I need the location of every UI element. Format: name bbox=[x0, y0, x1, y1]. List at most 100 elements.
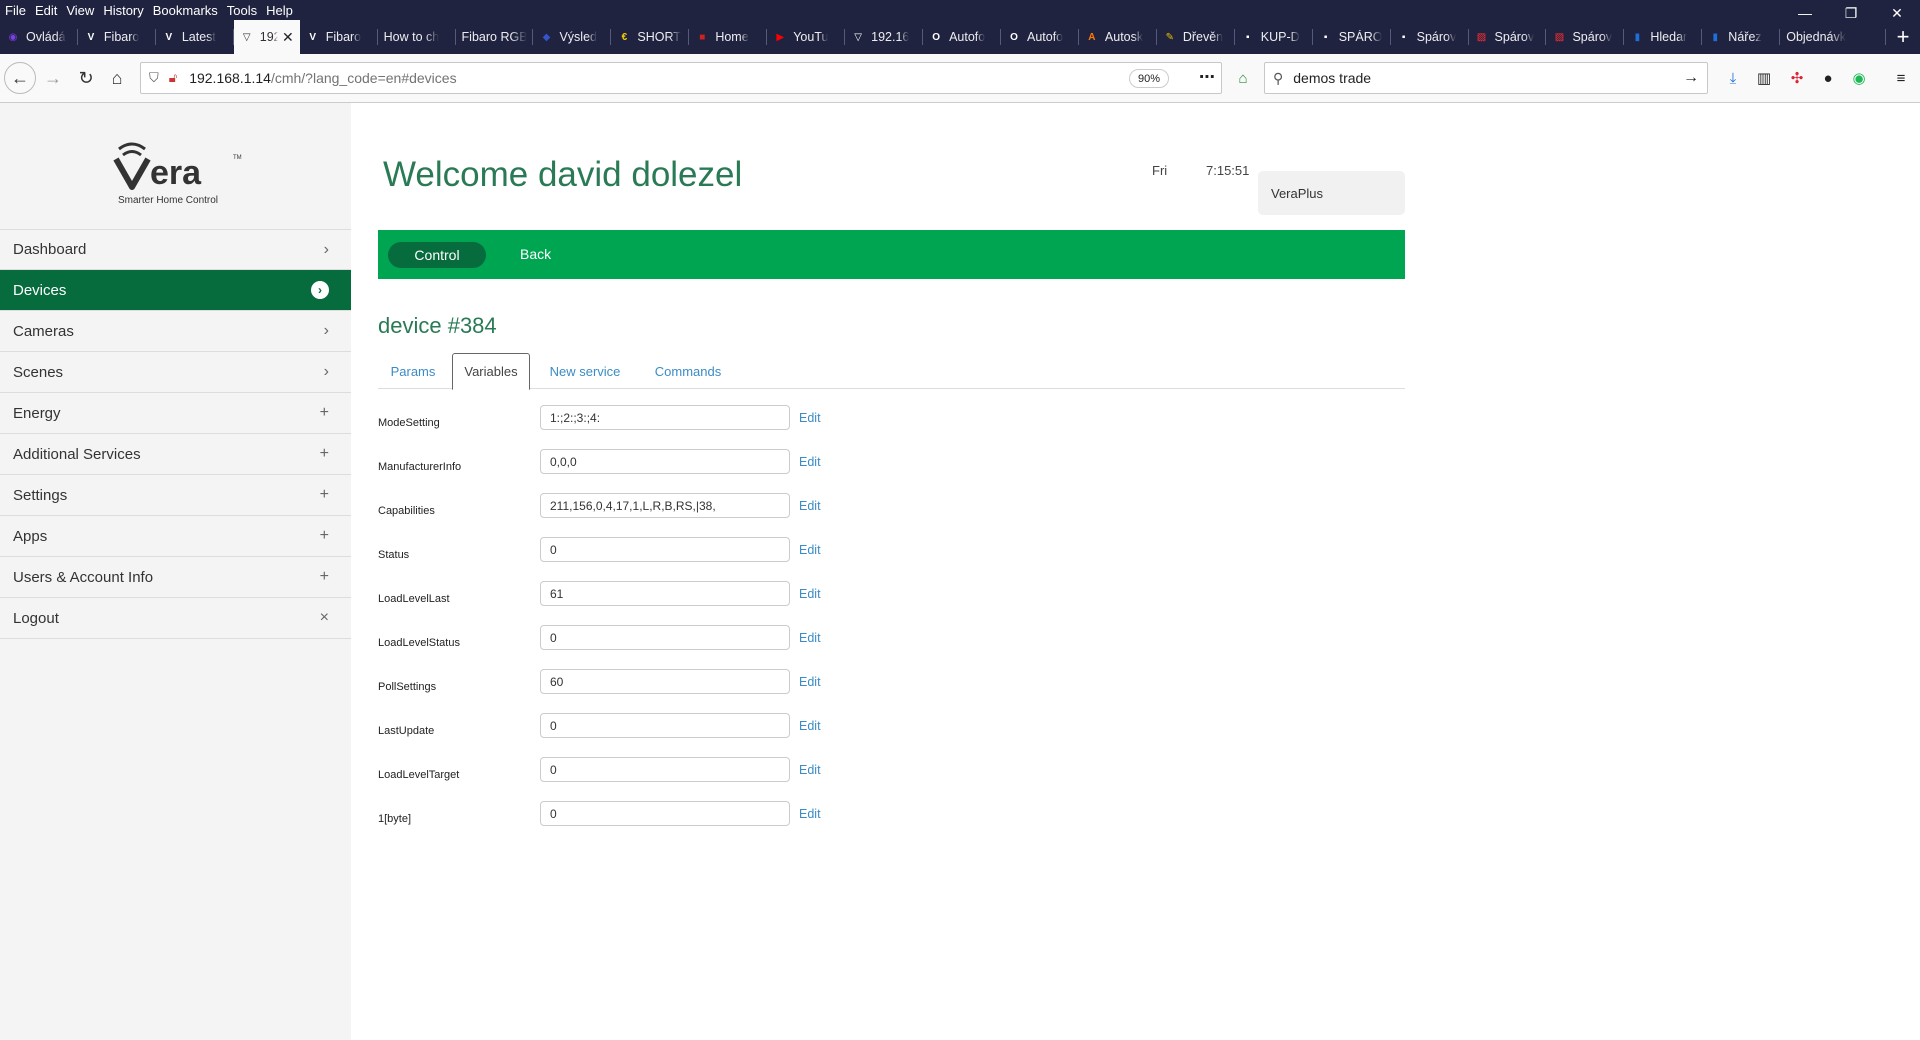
back-button[interactable]: Back bbox=[520, 246, 551, 262]
browser-tab[interactable]: O Autofo bbox=[923, 20, 1001, 54]
tab-params[interactable]: Params bbox=[384, 353, 442, 389]
variable-value-field[interactable]: 0 bbox=[540, 713, 790, 738]
back-arrow-icon[interactable]: ← bbox=[4, 62, 36, 94]
edit-link[interactable]: Edit bbox=[799, 587, 821, 601]
browser-tab[interactable]: € SHORT bbox=[611, 20, 690, 54]
tab-title: Fibaro bbox=[325, 30, 362, 44]
sidebar-item-users-account-info[interactable]: Users & Account Info + bbox=[0, 557, 351, 598]
variable-value-field[interactable]: 0 bbox=[540, 625, 790, 650]
downloads-icon[interactable]: ⤓ bbox=[1722, 67, 1744, 89]
tab-new-service[interactable]: New service bbox=[540, 353, 630, 389]
browser-tab[interactable]: ▮ Nářez bbox=[1702, 20, 1781, 54]
grammarly-icon[interactable]: ◉ bbox=[1848, 67, 1870, 89]
browser-tab[interactable]: ▽ 192.16 bbox=[845, 20, 924, 54]
browser-tab[interactable]: A Autosk bbox=[1079, 20, 1157, 54]
browser-tab[interactable]: V Fibaro bbox=[78, 20, 156, 54]
browser-tab[interactable]: ■ Home bbox=[689, 20, 768, 54]
browser-tab[interactable]: How to ch bbox=[378, 20, 456, 54]
edit-link[interactable]: Edit bbox=[799, 807, 821, 821]
sidebar-item-settings[interactable]: Settings + bbox=[0, 475, 351, 516]
browser-tab[interactable]: ▪ Spárov bbox=[1391, 20, 1469, 54]
menu-view[interactable]: View bbox=[66, 3, 94, 18]
browser-tab[interactable]: ▪ SPÁRO bbox=[1313, 20, 1391, 54]
home-icon[interactable]: ⌂ bbox=[101, 62, 133, 94]
edit-link[interactable]: Edit bbox=[799, 455, 821, 469]
tab-commands[interactable]: Commands bbox=[642, 353, 734, 389]
variable-value-field[interactable]: 0 bbox=[540, 537, 790, 562]
variable-value-field[interactable]: 60 bbox=[540, 669, 790, 694]
logo-wordmark: era bbox=[150, 154, 202, 192]
insecure-lock-icon[interactable]: 🔓︎ bbox=[169, 70, 177, 86]
logo-tagline: Smarter Home Control bbox=[118, 195, 218, 206]
tab-favicon-icon: ▮ bbox=[1712, 31, 1719, 43]
browser-tab[interactable]: V Fibaro bbox=[300, 20, 378, 54]
sidebar-item-dashboard[interactable]: Dashboard › bbox=[0, 229, 351, 270]
browser-tab[interactable]: O Autofo bbox=[1001, 20, 1079, 54]
browser-tab[interactable]: ▨ Spárov bbox=[1546, 20, 1625, 54]
account-icon[interactable]: ● bbox=[1817, 67, 1839, 89]
browser-tab[interactable]: ▪ KUP-D bbox=[1235, 20, 1313, 54]
browser-tab[interactable]: ▽ 192 ✕ bbox=[233, 20, 300, 54]
menu-bookmarks[interactable]: Bookmarks bbox=[153, 3, 218, 18]
variable-value-field[interactable]: 0 bbox=[540, 801, 790, 826]
sidebar-item-energy[interactable]: Energy + bbox=[0, 393, 351, 434]
browser-tab[interactable]: ▨ Spárov bbox=[1469, 20, 1547, 54]
sidebar-item-label: Energy bbox=[13, 404, 61, 422]
hamburger-menu-icon[interactable]: ≡ bbox=[1890, 67, 1912, 89]
url-bar[interactable]: ⛉ 🔓︎ 192.168.1.14/cmh/?lang_code=en#devi… bbox=[140, 62, 1222, 94]
tab-variables[interactable]: Variables bbox=[452, 353, 530, 390]
edit-link[interactable]: Edit bbox=[799, 499, 821, 513]
search-icon: ⚲ bbox=[1273, 69, 1284, 86]
control-button[interactable]: Control bbox=[388, 242, 486, 268]
unit-selector[interactable]: VeraPlus bbox=[1258, 171, 1405, 215]
sidebar-item-apps[interactable]: Apps + bbox=[0, 516, 351, 557]
variable-value-field[interactable]: 211,156,0,4,17,1,L,R,B,RS,|38, bbox=[540, 493, 790, 518]
variable-value-field[interactable]: 0,0,0 bbox=[540, 449, 790, 474]
forward-arrow-icon[interactable]: → bbox=[37, 62, 69, 94]
zoom-level[interactable]: 90% bbox=[1128, 69, 1169, 88]
expand-icon: + bbox=[319, 568, 329, 585]
new-tab-icon[interactable]: + bbox=[1886, 20, 1920, 54]
sidebar-item-scenes[interactable]: Scenes › bbox=[0, 352, 351, 393]
extension-icon[interactable]: ⌂ bbox=[1232, 67, 1254, 89]
browser-tab[interactable]: Fibaro RGB bbox=[456, 20, 534, 54]
tab-favicon-icon: ■ bbox=[699, 31, 706, 43]
edit-link[interactable]: Edit bbox=[799, 675, 821, 689]
library-icon[interactable]: ▥ bbox=[1753, 67, 1775, 89]
sidebar-item-devices[interactable]: Devices › bbox=[0, 270, 351, 311]
browser-tab[interactable]: ◆ Výsled bbox=[533, 20, 612, 54]
tab-favicon-icon: V bbox=[165, 31, 173, 43]
browser-tab[interactable]: ◉ Ovládá bbox=[0, 20, 78, 54]
tab-favicon-icon: ▪ bbox=[1401, 31, 1406, 43]
edit-link[interactable]: Edit bbox=[799, 763, 821, 777]
edit-link[interactable]: Edit bbox=[799, 411, 821, 425]
menu-help[interactable]: Help bbox=[266, 3, 293, 18]
menu-history[interactable]: History bbox=[103, 3, 143, 18]
menu-edit[interactable]: Edit bbox=[35, 3, 57, 18]
variable-name: Capabilities bbox=[378, 505, 435, 517]
variable-value-field[interactable]: 1:;2:;3:;4: bbox=[540, 405, 790, 430]
reload-icon[interactable]: ↻ bbox=[70, 62, 102, 94]
search-go-icon[interactable]: → bbox=[1683, 69, 1699, 87]
menu-tools[interactable]: Tools bbox=[227, 3, 257, 18]
sidebar-item-cameras[interactable]: Cameras › bbox=[0, 311, 351, 352]
sidebar-item-logout[interactable]: Logout × bbox=[0, 598, 351, 639]
edit-link[interactable]: Edit bbox=[799, 719, 821, 733]
variable-value-field[interactable]: 61 bbox=[540, 581, 790, 606]
shield-icon[interactable]: ⛉ bbox=[149, 70, 159, 86]
page-actions-icon[interactable]: ⋯ bbox=[1199, 67, 1215, 87]
tab-close-icon[interactable]: ✕ bbox=[282, 29, 294, 46]
search-bar[interactable]: ⚲ demos trade → bbox=[1264, 62, 1708, 94]
edit-link[interactable]: Edit bbox=[799, 543, 821, 557]
vera-logo[interactable]: era TM Smarter Home Control bbox=[110, 137, 250, 207]
menu-file[interactable]: File bbox=[5, 3, 26, 18]
browser-tab[interactable]: V Latest bbox=[156, 20, 234, 54]
browser-tab[interactable]: ▶ YouTu bbox=[767, 20, 846, 54]
variable-value-field[interactable]: 0 bbox=[540, 757, 790, 782]
addon-icon[interactable]: ✣ bbox=[1786, 67, 1808, 89]
sidebar-item-additional-services[interactable]: Additional Services + bbox=[0, 434, 351, 475]
browser-tab[interactable]: ✎ Dřevěn bbox=[1157, 20, 1235, 54]
browser-tab[interactable]: Objednávk bbox=[1780, 20, 1887, 54]
browser-tab[interactable]: ▮ Hledar bbox=[1624, 20, 1703, 54]
edit-link[interactable]: Edit bbox=[799, 631, 821, 645]
